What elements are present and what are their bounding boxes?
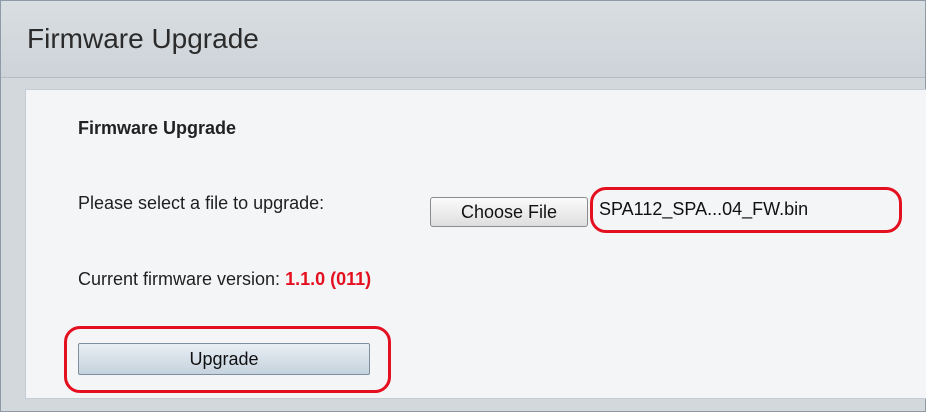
file-select-label: Please select a file to upgrade: (78, 193, 325, 213)
firmware-upgrade-panel: Firmware Upgrade Please select a file to… (25, 89, 926, 399)
current-firmware-version-value: 1.1.0 (011) (285, 269, 372, 289)
title-bar: Firmware Upgrade (1, 1, 925, 78)
firmware-upgrade-frame: Firmware Upgrade Firmware Upgrade Please… (0, 0, 926, 412)
selected-file-highlight (590, 187, 902, 233)
page-title: Firmware Upgrade (27, 23, 259, 54)
upgrade-button-highlight (64, 326, 391, 393)
choose-file-button[interactable]: Choose File (430, 197, 588, 227)
current-firmware-version: Current firmware version: 1.1.0 (011) (78, 269, 371, 290)
section-title: Firmware Upgrade (78, 118, 237, 138)
current-firmware-version-label: Current firmware version: (78, 269, 281, 289)
